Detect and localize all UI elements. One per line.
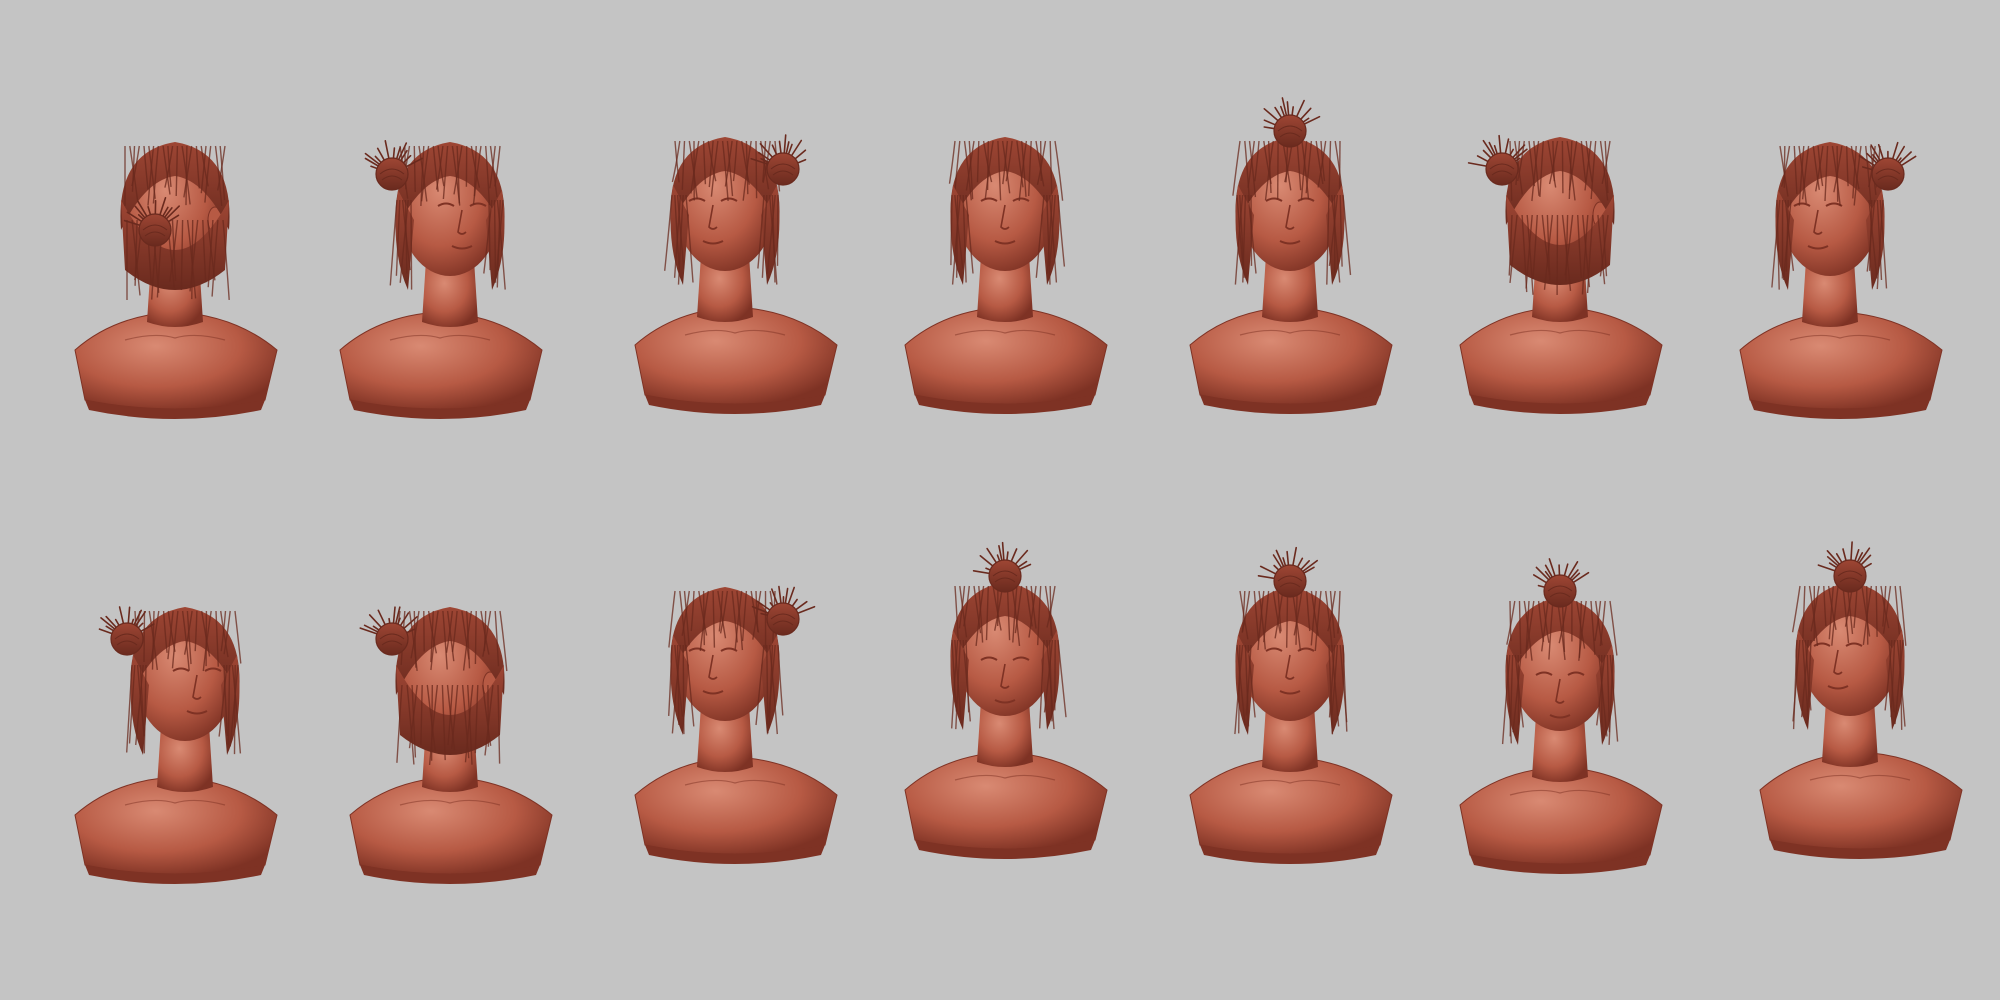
bust-three-quarter-left <box>615 545 855 865</box>
bust-three-quarter-right <box>320 100 560 420</box>
bust-front-bob <box>885 95 1125 415</box>
bust-back-left <box>55 100 295 420</box>
sculpt-turnaround-sheet <box>0 0 2000 1000</box>
bust-top-down-right <box>885 540 1125 860</box>
bust-front-2 <box>1170 545 1410 865</box>
bust-top-down <box>1440 555 1680 875</box>
bust-front-spiky <box>1170 95 1410 415</box>
bust-back-right <box>1440 95 1680 415</box>
bust-three-quarter-left-2 <box>1740 540 1980 860</box>
bust-three-quarter-left-tilted <box>1720 100 1960 420</box>
bust-three-quarter-right-2 <box>55 565 295 885</box>
bust-back-left-tilted <box>330 565 570 885</box>
bust-profile-left <box>615 95 855 415</box>
